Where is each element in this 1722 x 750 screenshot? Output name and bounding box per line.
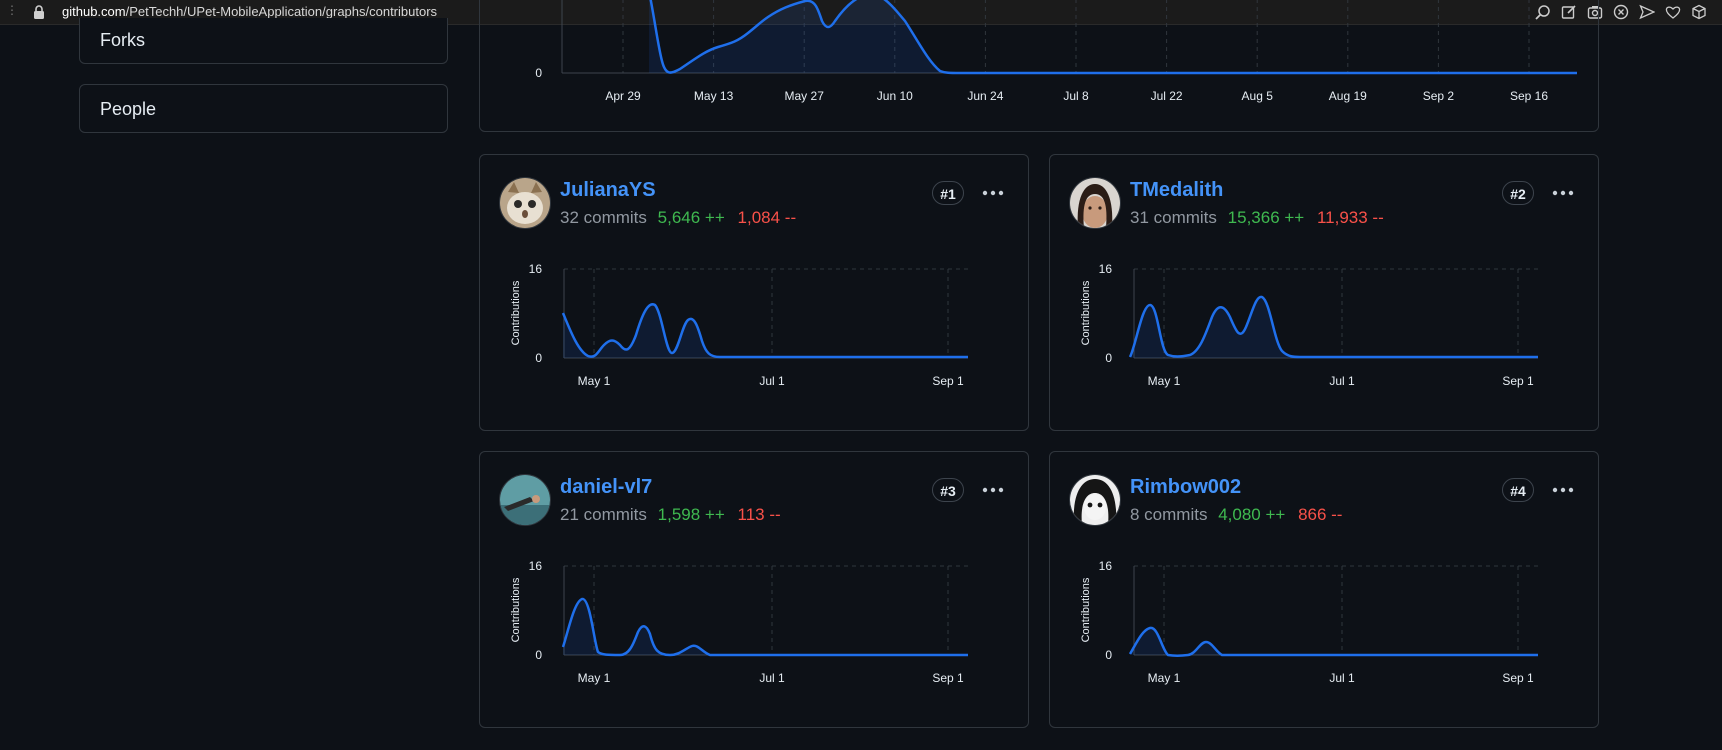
x-tick-label: Sep 16	[1510, 89, 1548, 103]
additions-count: 4,080 ++	[1218, 505, 1286, 524]
rank-badge: #2	[1502, 181, 1534, 205]
contribution-line	[561, 303, 968, 359]
lock-icon[interactable]	[31, 4, 47, 20]
commit-count[interactable]: 21 commits	[560, 505, 647, 524]
contribution-area	[563, 598, 968, 655]
x-tick-label: Apr 29	[605, 89, 641, 103]
contributor-card: TMedalith 31 commits 15,366 ++ 11,933 --…	[1049, 154, 1599, 431]
x-tick-label: Jul 1	[759, 374, 785, 388]
contribution-line	[1128, 295, 1538, 359]
x-tick-label: Sep 1	[1502, 374, 1534, 388]
overview-chart-svg: Apr 29 May 13 May 27 Jun 10 Jun 24 Jul 8 Jul 2…	[535, 0, 1577, 103]
y-tick-label: 0	[535, 66, 542, 80]
contributor-card: daniel-vl7 21 commits 1,598 ++ 113 -- #3…	[479, 451, 1029, 728]
avatar[interactable]	[499, 474, 551, 526]
sidebar-item-people[interactable]: People	[79, 84, 448, 133]
x-tick-label: May 1	[578, 374, 611, 388]
contributor-name[interactable]: Rimbow002	[1130, 476, 1241, 499]
contributor-name[interactable]: JulianaYS	[560, 179, 656, 202]
more-options-icon[interactable]	[1550, 183, 1576, 203]
deletions-count: 11,933 --	[1316, 208, 1384, 227]
x-tick-label: Jul 1	[1329, 374, 1355, 388]
more-options-icon[interactable]	[980, 183, 1006, 203]
chart-plot: May 1 Jul 1 Sep 1 16 0 Contributions	[1080, 559, 1538, 685]
x-tick-label: May 1	[1148, 671, 1181, 685]
y-zero-label: 0	[535, 648, 542, 662]
sidebar-item-forks[interactable]: Forks	[79, 18, 448, 64]
deletions-count: 1,084 --	[737, 208, 797, 227]
x-tick-label: Aug 5	[1242, 89, 1274, 103]
y-max-label: 16	[1099, 559, 1113, 573]
x-tick-label: Jul 8	[1063, 89, 1089, 103]
menu-dots-icon[interactable]: ⋮	[6, 3, 18, 17]
avatar[interactable]	[1069, 474, 1121, 526]
x-tick-label: Jun 24	[967, 89, 1003, 103]
avatar[interactable]	[1069, 177, 1121, 229]
y-zero-label: 0	[1105, 648, 1112, 662]
chart-plot: May 1 Jul 1 Sep 1 16 0 Contributions	[1080, 262, 1538, 388]
rank-badge: #1	[932, 181, 964, 205]
chart-plot: May 1 Jul 1 Sep 1 16 0 Contributions	[510, 262, 968, 388]
sidebar-item-label: People	[100, 99, 157, 119]
contribution-area	[1130, 296, 1538, 358]
y-max-label: 16	[529, 262, 543, 276]
overview-chart: Apr 29 May 13 May 27 Jun 10 Jun 24 Jul 8 Jul 2…	[479, 0, 1599, 132]
contributor-chart: May 1 Jul 1 Sep 1 16 0 Contributions	[510, 559, 968, 685]
url-host: github.com	[62, 4, 126, 19]
contributor-chart: May 1 Jul 1 Sep 1 16 0 Contributions	[1080, 262, 1538, 388]
contribution-line	[561, 597, 968, 657]
contributor-name[interactable]: TMedalith	[1130, 179, 1223, 202]
deletions-count: 113 --	[737, 505, 781, 524]
sidebar-item-label: Forks	[100, 30, 145, 50]
contributor-chart: May 1 Jul 1 Sep 1 16 0 Contributions	[1080, 559, 1538, 685]
x-tick-label: May 27	[785, 89, 825, 103]
x-tick-label: May 13	[694, 89, 734, 103]
x-tick-label: Sep 1	[932, 671, 964, 685]
y-max-label: 16	[1099, 262, 1113, 276]
y-zero-label: 0	[1105, 351, 1112, 365]
x-tick-label: May 1	[1148, 374, 1181, 388]
x-tick-label: Jun 10	[877, 89, 913, 103]
y-axis-label: Contributions	[1080, 577, 1092, 642]
more-options-icon[interactable]	[980, 480, 1006, 500]
heart-icon[interactable]	[1664, 3, 1682, 21]
x-tick-label: Jul 1	[759, 671, 785, 685]
contribution-area	[1130, 627, 1538, 656]
rank-badge: #4	[1502, 478, 1534, 502]
address-bar[interactable]: github.com/PetTechh/UPet-MobileApplicati…	[62, 4, 437, 19]
x-tick-label: May 1	[578, 671, 611, 685]
overview-area	[649, 0, 1577, 73]
x-tick-label: Sep 2	[1423, 89, 1455, 103]
shield-icon[interactable]	[1612, 3, 1630, 21]
avatar[interactable]	[499, 177, 551, 229]
x-tick-label: Sep 1	[932, 374, 964, 388]
x-tick-label: Sep 1	[1502, 671, 1534, 685]
x-tick-label: Aug 19	[1329, 89, 1367, 103]
more-options-icon[interactable]	[1550, 480, 1576, 500]
commit-count[interactable]: 31 commits	[1130, 208, 1217, 227]
contributor-card: Rimbow002 8 commits 4,080 ++ 866 -- #4 M…	[1049, 451, 1599, 728]
y-axis-label: Contributions	[510, 280, 522, 345]
commit-count[interactable]: 32 commits	[560, 208, 647, 227]
y-max-label: 16	[529, 559, 543, 573]
x-tick-label: Jul 22	[1151, 89, 1183, 103]
send-icon[interactable]	[1638, 3, 1656, 21]
contributor-name[interactable]: daniel-vl7	[560, 476, 652, 499]
additions-count: 1,598 ++	[657, 505, 725, 524]
commit-count[interactable]: 8 commits	[1130, 505, 1207, 524]
contributor-card: JulianaYS 32 commits 5,646 ++ 1,084 -- #…	[479, 154, 1029, 431]
x-tick-label: Jul 1	[1329, 671, 1355, 685]
contribution-line	[1128, 626, 1538, 657]
contributor-chart: May 1 Jul 1 Sep 1 16 0 Contributions	[510, 262, 968, 388]
y-zero-label: 0	[535, 351, 542, 365]
additions-count: 15,366 ++	[1227, 208, 1305, 227]
additions-count: 5,646 ++	[657, 208, 725, 227]
deletions-count: 866 --	[1298, 505, 1343, 524]
rank-badge: #3	[932, 478, 964, 502]
extension-icon[interactable]	[1690, 3, 1708, 21]
y-axis-label: Contributions	[510, 577, 522, 642]
url-path: /PetTechh/UPet-MobileApplication/graphs/…	[125, 4, 438, 19]
chart-plot: May 1 Jul 1 Sep 1 16 0 Contributions	[510, 559, 968, 685]
y-axis-label: Contributions	[1080, 280, 1092, 345]
